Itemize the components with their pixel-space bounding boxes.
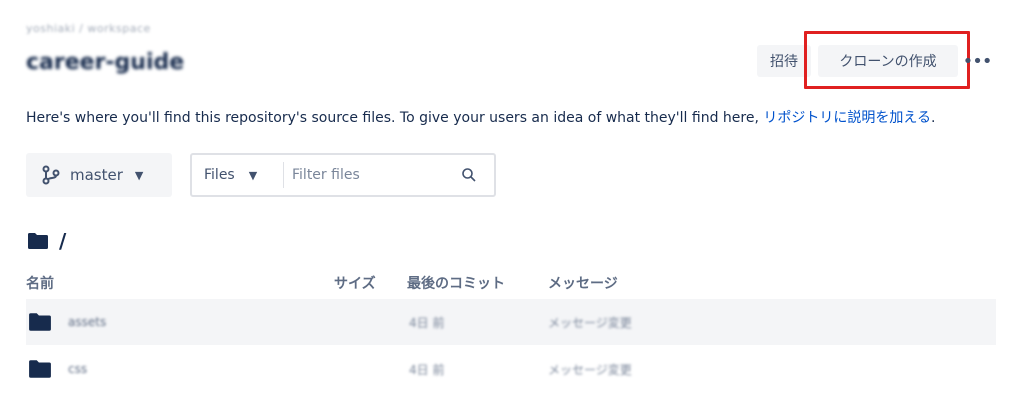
- path-text: /: [59, 229, 67, 253]
- column-header-last-commit: 最後のコミット: [407, 276, 505, 292]
- current-path: /: [27, 229, 66, 253]
- search-icon: [462, 168, 476, 182]
- repository-description: Here's where you'll find this repository…: [26, 107, 935, 127]
- description-suffix: .: [930, 110, 936, 126]
- chevron-down-icon: ▼: [248, 168, 258, 182]
- more-options-icon[interactable]: •••: [963, 48, 993, 74]
- description-text: Here's where you'll find this repository…: [26, 110, 764, 126]
- folder-icon: [28, 233, 48, 249]
- branch-name: master: [70, 166, 123, 184]
- breadcrumb[interactable]: yoshiaki / workspace: [26, 22, 151, 35]
- page-title: career-guide: [26, 50, 185, 75]
- commit-message: メッセージ変更: [548, 362, 632, 377]
- column-header-name: 名前: [26, 276, 54, 292]
- invite-button[interactable]: 招待: [757, 45, 811, 77]
- clone-button[interactable]: クローンの作成: [818, 45, 958, 77]
- branch-icon: [42, 165, 60, 185]
- last-commit-time: 4日 前: [409, 315, 445, 330]
- table-row[interactable]: css 4日 前 メッセージ変更: [26, 346, 996, 392]
- chevron-down-icon: ▼: [134, 168, 144, 182]
- file-name[interactable]: css: [68, 362, 87, 376]
- files-dropdown[interactable]: Files ▼: [192, 162, 284, 188]
- folder-icon: [29, 313, 51, 331]
- add-description-link[interactable]: リポジトリに説明を加える: [763, 110, 931, 126]
- filter-bar: Files ▼: [190, 153, 496, 197]
- column-header-message: メッセージ: [548, 276, 618, 292]
- filter-files-input[interactable]: [284, 167, 459, 183]
- column-header-size: サイズ: [334, 276, 376, 292]
- table-row[interactable]: assets 4日 前 メッセージ変更: [26, 299, 996, 345]
- last-commit-time: 4日 前: [409, 362, 445, 377]
- file-name[interactable]: assets: [68, 315, 106, 329]
- folder-icon: [29, 360, 51, 378]
- files-dropdown-label: Files: [204, 167, 235, 183]
- commit-message: メッセージ変更: [548, 315, 632, 330]
- branch-selector[interactable]: master ▼: [26, 153, 172, 197]
